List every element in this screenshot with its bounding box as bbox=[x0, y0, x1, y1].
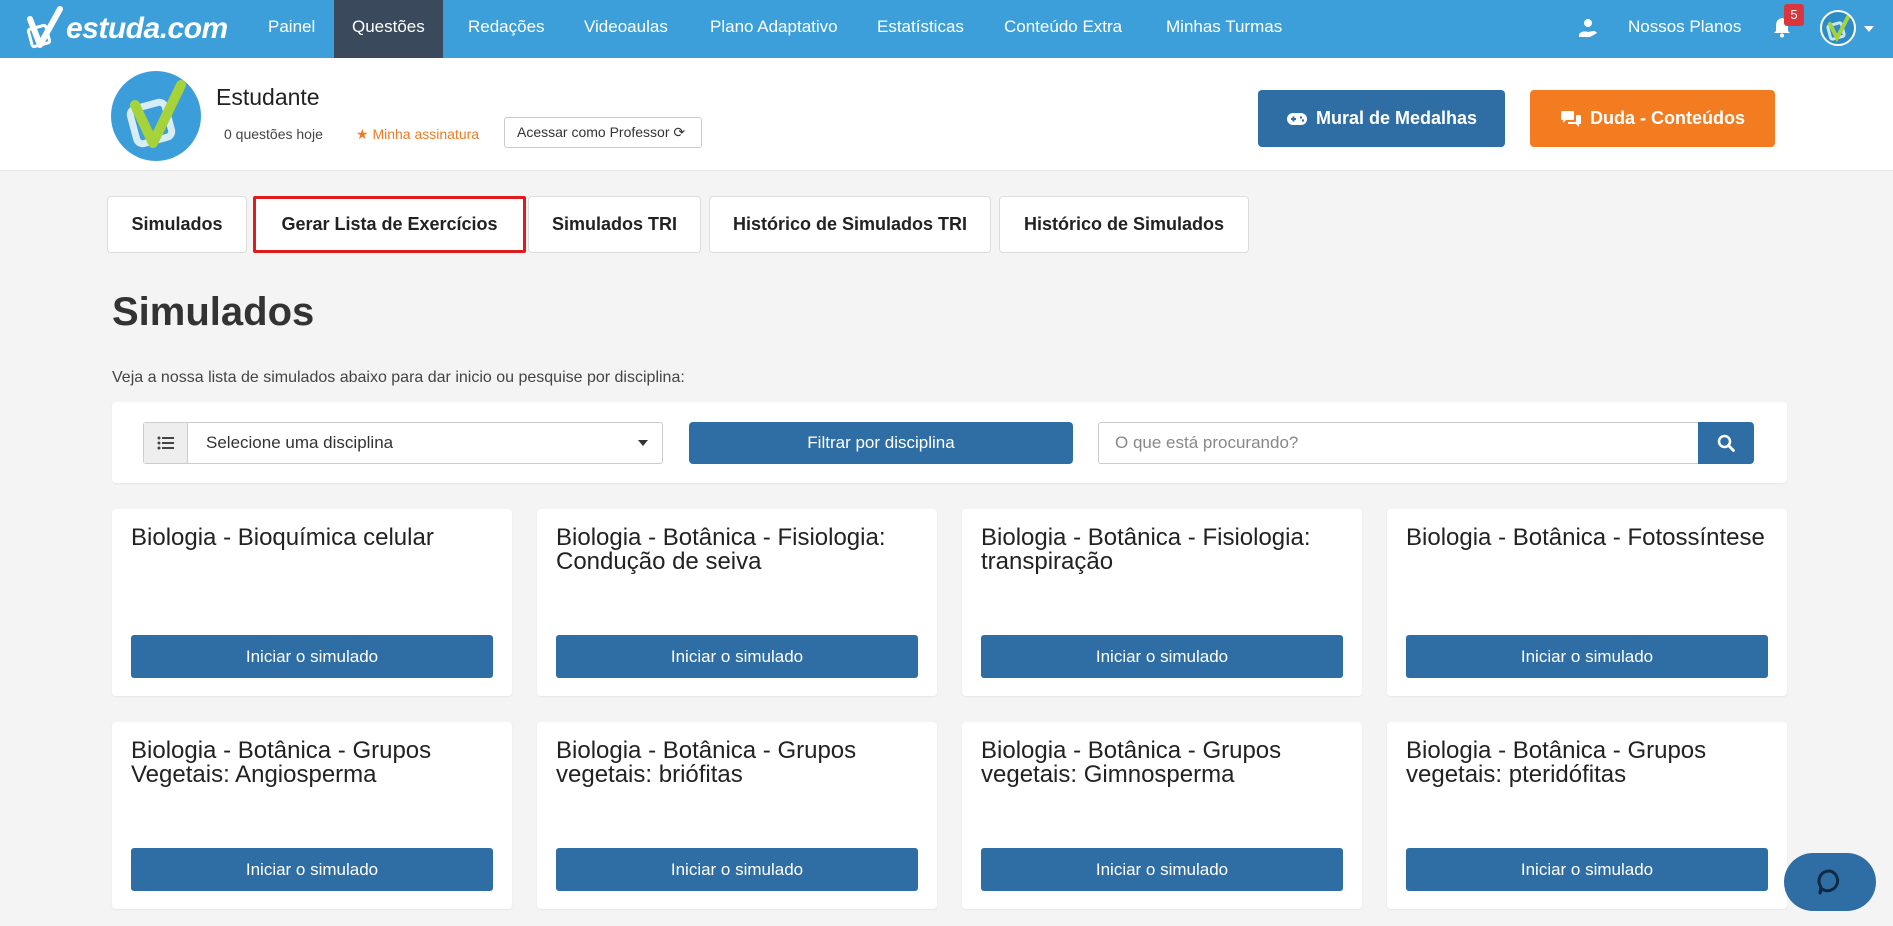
teacher-access-label: Acessar como Professor bbox=[517, 124, 670, 140]
profile-check-icon bbox=[126, 80, 186, 148]
start-simulado-button[interactable]: Iniciar o simulado bbox=[981, 848, 1343, 891]
start-simulado-button[interactable]: Iniciar o simulado bbox=[131, 848, 493, 891]
card-title: Biologia - Botânica - Grupos Vegetais: A… bbox=[131, 737, 432, 788]
notification-badge: 5 bbox=[1784, 4, 1804, 26]
simulado-card: Biologia - Botânica - Grupos vegetais: G… bbox=[962, 722, 1362, 909]
start-simulado-button[interactable]: Iniciar o simulado bbox=[131, 635, 493, 678]
subscription-link[interactable]: ★ Minha assinatura bbox=[356, 126, 479, 143]
chevron-down-icon bbox=[638, 440, 648, 446]
list-icon bbox=[144, 423, 188, 463]
search-button[interactable] bbox=[1698, 422, 1754, 464]
brand-logo[interactable]: estuda.com bbox=[26, 4, 228, 54]
logo-text: estuda.com bbox=[66, 12, 228, 45]
discipline-select[interactable]: Selecione uma disciplina bbox=[143, 422, 663, 464]
start-simulado-button[interactable]: Iniciar o simulado bbox=[556, 848, 918, 891]
simulado-card: Biologia - Botânica - Grupos vegetais: b… bbox=[537, 722, 937, 909]
profile-name: Estudante bbox=[216, 84, 320, 110]
page-subtitle: Veja a nossa lista de simulados abaixo p… bbox=[112, 369, 685, 386]
nav-item-estatisticas[interactable]: Estatísticas bbox=[859, 0, 982, 58]
search-icon bbox=[1717, 434, 1735, 452]
duda-button[interactable]: Duda - Conteúdos bbox=[1530, 90, 1775, 147]
chat-bubbles-icon bbox=[1561, 110, 1581, 127]
start-simulado-button[interactable]: Iniciar o simulado bbox=[1406, 848, 1768, 891]
chat-widget-button[interactable] bbox=[1784, 853, 1876, 911]
filter-card: Selecione uma disciplina Filtrar por dis… bbox=[112, 402, 1787, 483]
nav-item-plano-adaptativo[interactable]: Plano Adaptativo bbox=[692, 0, 856, 58]
card-title: Biologia - Botânica - Fotossíntese bbox=[1406, 524, 1765, 551]
card-title: Biologia - Botânica - Grupos vegetais: p… bbox=[1406, 737, 1707, 788]
page-title: Simulados bbox=[112, 290, 315, 334]
tab-simulados-tri[interactable]: Simulados TRI bbox=[528, 196, 701, 253]
nav-item-painel[interactable]: Painel bbox=[250, 0, 333, 58]
gamepad-icon bbox=[1286, 112, 1307, 125]
tab-simulados[interactable]: Simulados bbox=[107, 196, 247, 253]
card-title: Biologia - Botânica - Grupos vegetais: b… bbox=[556, 737, 857, 788]
simulado-card: Biologia - Botânica - Grupos vegetais: p… bbox=[1387, 722, 1787, 909]
simulado-card: Biologia - Botânica - Fotossíntese Inici… bbox=[1387, 509, 1787, 696]
duda-label: Duda - Conteúdos bbox=[1590, 108, 1745, 128]
simulado-card: Biologia - Botânica - Fisiologia: Conduç… bbox=[537, 509, 937, 696]
discipline-select-value: Selecione uma disciplina bbox=[206, 433, 394, 452]
questions-today: 0 questões hoje bbox=[224, 126, 323, 142]
logo-check-icon bbox=[26, 6, 63, 49]
card-title: Biologia - Botânica - Grupos vegetais: G… bbox=[981, 737, 1282, 788]
teacher-access-button[interactable]: Acessar como Professor ⟳ bbox=[504, 117, 702, 148]
star-icon: ★ bbox=[356, 126, 369, 142]
user-avatar-menu[interactable] bbox=[1820, 10, 1856, 46]
filter-button[interactable]: Filtrar por disciplina bbox=[689, 422, 1073, 464]
nav-item-questoes[interactable]: Questões bbox=[334, 0, 443, 58]
nav-item-minhas-turmas[interactable]: Minhas Turmas bbox=[1148, 0, 1300, 58]
start-simulado-button[interactable]: Iniciar o simulado bbox=[981, 635, 1343, 678]
nav-item-conteudo-extra[interactable]: Conteúdo Extra bbox=[986, 0, 1140, 58]
simulado-card: Biologia - Botânica - Grupos Vegetais: A… bbox=[112, 722, 512, 909]
simulado-card: Biologia - Bioquímica celular Iniciar o … bbox=[112, 509, 512, 696]
card-title: Biologia - Botânica - Fisiologia: Conduç… bbox=[556, 524, 886, 575]
nav-item-nossos-planos[interactable]: Nossos Planos bbox=[1610, 0, 1759, 58]
tab-historico-simulados[interactable]: Histórico de Simulados bbox=[999, 196, 1249, 253]
search-input[interactable] bbox=[1098, 422, 1698, 464]
card-title: Biologia - Botânica - Fisiologia: transp… bbox=[981, 524, 1311, 575]
profile-avatar bbox=[111, 71, 201, 161]
subscription-label: Minha assinatura bbox=[372, 126, 480, 142]
card-title: Biologia - Bioquímica celular bbox=[131, 524, 434, 551]
nav-item-videoaulas[interactable]: Videoaulas bbox=[566, 0, 686, 58]
avatar-check-icon bbox=[1826, 15, 1850, 43]
top-navbar: estuda.com Painel Questões Redações Vide… bbox=[0, 0, 1893, 58]
medals-label: Mural de Medalhas bbox=[1315, 108, 1478, 128]
plans-hand-icon[interactable] bbox=[1577, 17, 1599, 44]
tab-historico-tri[interactable]: Histórico de Simulados TRI bbox=[709, 196, 991, 253]
start-simulado-button[interactable]: Iniciar o simulado bbox=[1406, 635, 1768, 678]
simulado-card: Biologia - Botânica - Fisiologia: transp… bbox=[962, 509, 1362, 696]
refresh-icon: ⟳ bbox=[673, 124, 686, 140]
caret-down-icon[interactable] bbox=[1864, 26, 1874, 32]
nav-item-redacoes[interactable]: Redações bbox=[450, 0, 563, 58]
profile-bar: Estudante 0 questões hoje ★ Minha assina… bbox=[0, 58, 1893, 171]
start-simulado-button[interactable]: Iniciar o simulado bbox=[556, 635, 918, 678]
chat-icon bbox=[1817, 869, 1840, 895]
tab-gerar-lista[interactable]: Gerar Lista de Exercícios bbox=[253, 196, 526, 253]
medals-button[interactable]: Mural de Medalhas bbox=[1258, 90, 1505, 147]
